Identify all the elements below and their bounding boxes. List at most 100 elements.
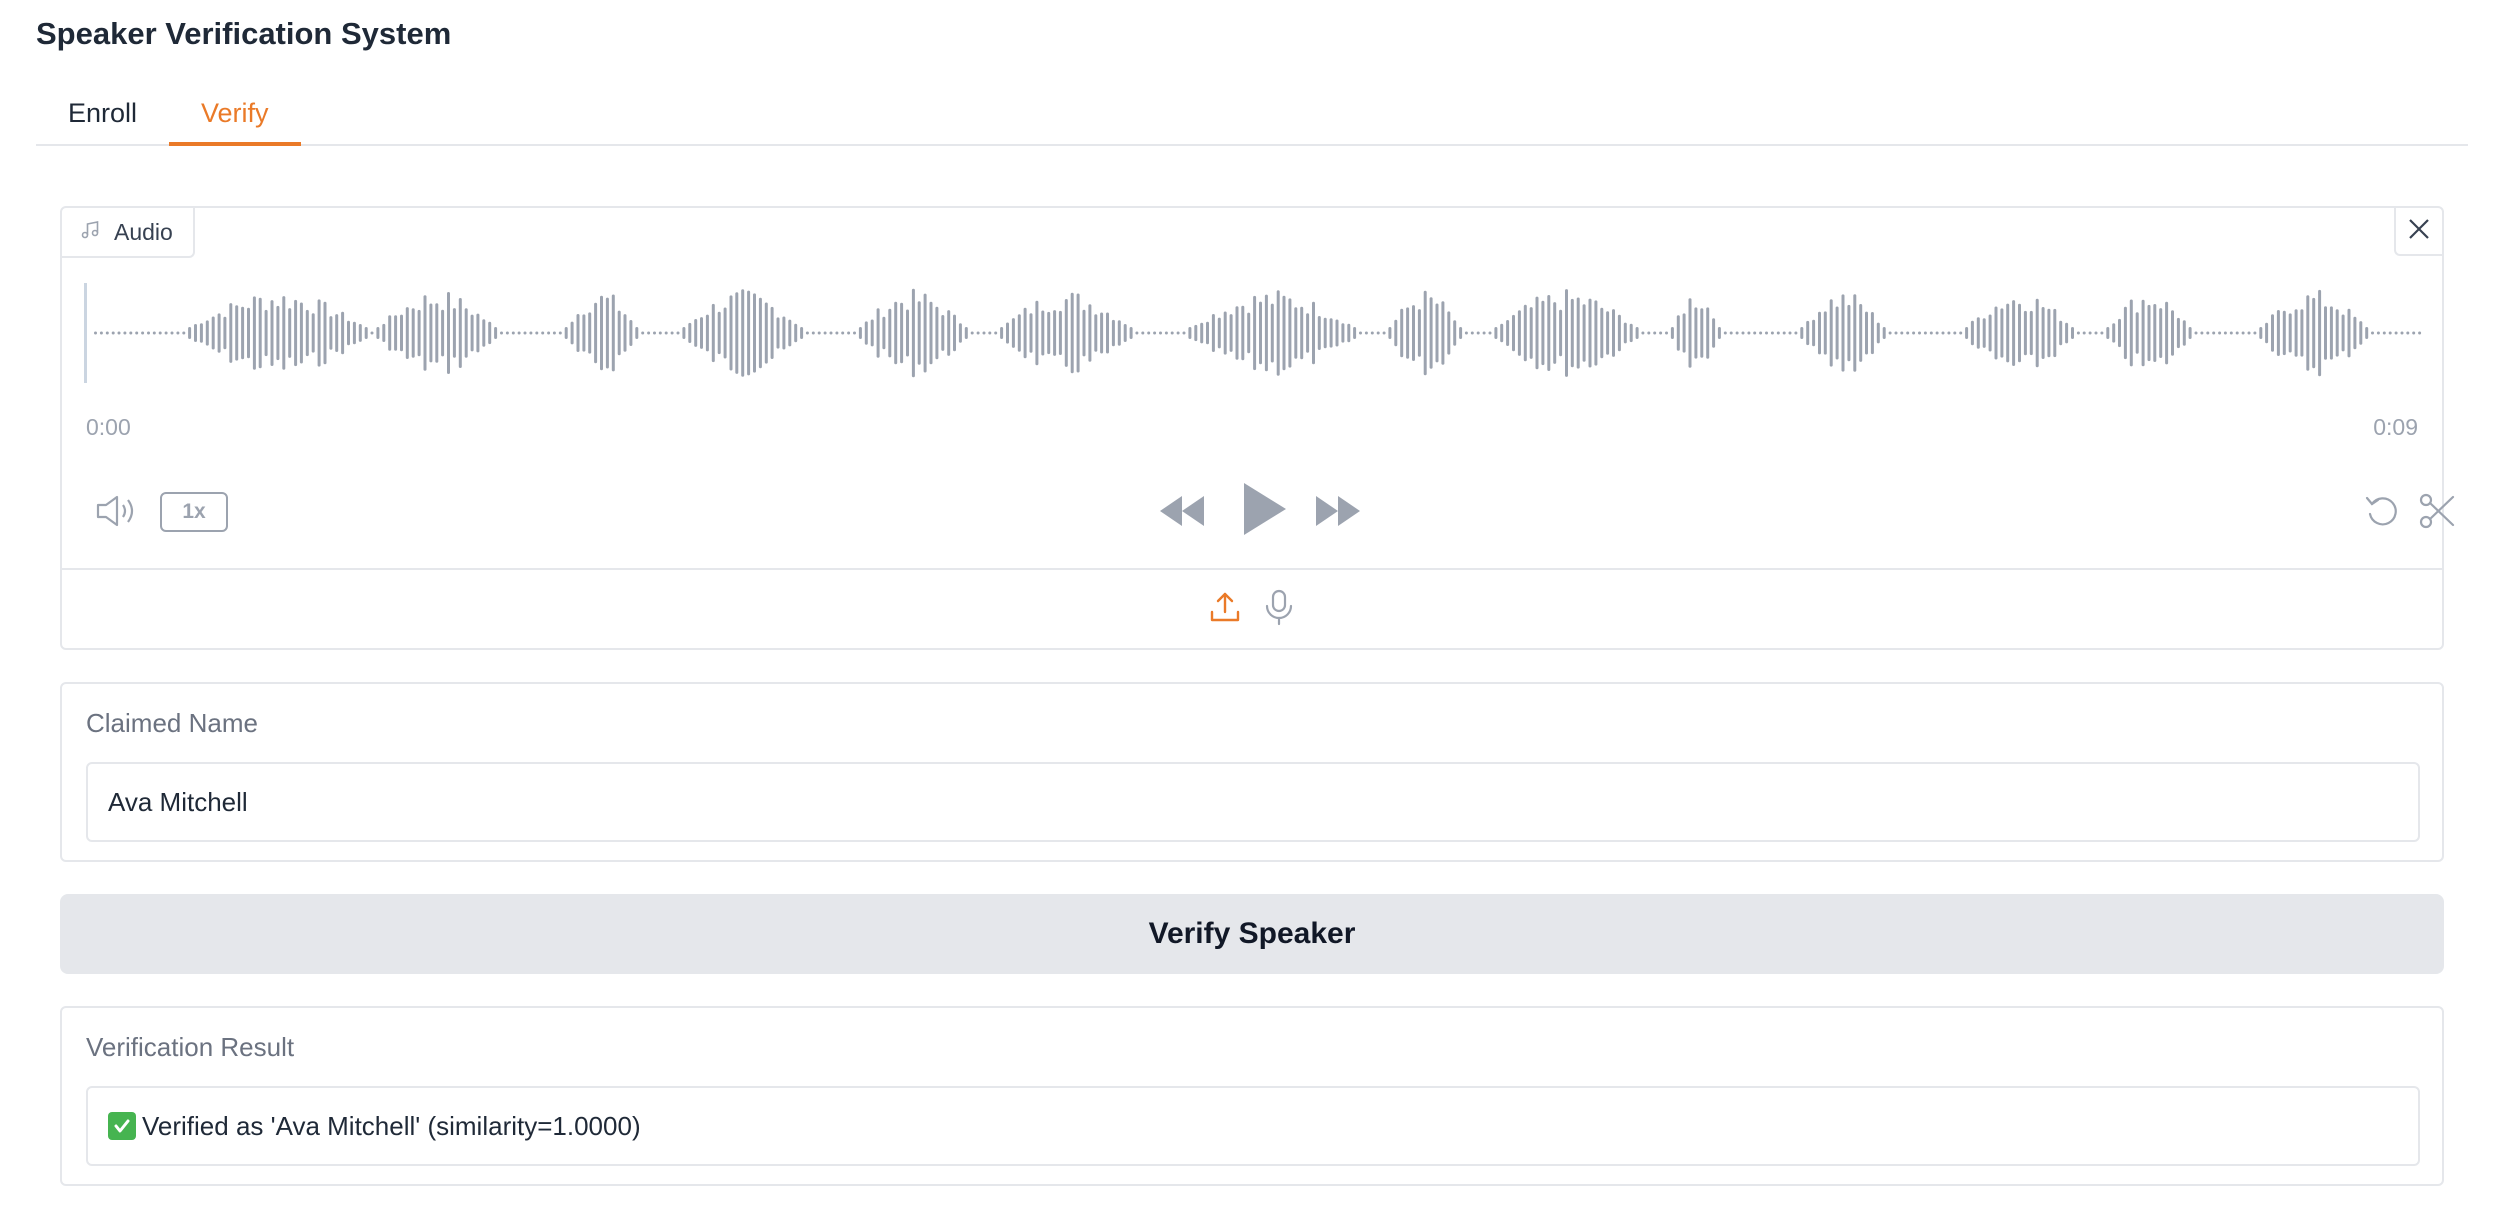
verification-result-output: Verified as 'Ava Mitchell' (similarity=1… bbox=[86, 1086, 2420, 1166]
waveform-bar bbox=[1359, 331, 1362, 335]
waveform-bar bbox=[1547, 295, 1551, 371]
playback-speed-button[interactable]: 1x bbox=[160, 492, 228, 532]
waveform-bar bbox=[1370, 331, 1374, 335]
waveform-bar bbox=[1070, 292, 1074, 374]
waveform-bar bbox=[1488, 331, 1492, 335]
waveform-bar bbox=[894, 301, 898, 365]
waveform-bar bbox=[1100, 312, 1104, 354]
waveform-bar bbox=[405, 307, 409, 359]
waveform-bar bbox=[1812, 319, 1816, 347]
waveform-bar bbox=[99, 331, 103, 335]
waveform-bar bbox=[1676, 315, 1680, 351]
waveform-bar bbox=[1606, 311, 1610, 355]
waveform-bar bbox=[1459, 327, 1463, 339]
waveform-bar bbox=[2412, 331, 2416, 335]
waveform-bar bbox=[1217, 317, 1221, 349]
waveform-bar bbox=[1565, 289, 1568, 377]
waveform-bar bbox=[2247, 331, 2251, 335]
waveform-bar bbox=[1188, 327, 1192, 339]
waveform[interactable] bbox=[84, 278, 2424, 388]
waveform-bar bbox=[1617, 314, 1621, 352]
rewind-button[interactable] bbox=[1152, 488, 1212, 538]
waveform-bar bbox=[1900, 331, 1904, 335]
waveform-bar bbox=[1582, 304, 1586, 362]
waveform-bar bbox=[1323, 317, 1327, 349]
waveform-bar bbox=[570, 321, 574, 345]
waveform-bar bbox=[529, 331, 533, 335]
waveform-bar bbox=[376, 327, 380, 339]
claimed-name-input[interactable] bbox=[86, 762, 2420, 842]
waveform-bar bbox=[1476, 331, 1480, 335]
waveform-bar bbox=[176, 331, 180, 335]
waveform-bar bbox=[641, 331, 645, 335]
waveform-bar bbox=[2053, 308, 2057, 358]
trim-button[interactable] bbox=[2412, 488, 2462, 538]
fast-forward-button[interactable] bbox=[1308, 488, 1368, 538]
volume-button[interactable] bbox=[92, 488, 142, 538]
waveform-bar bbox=[1782, 331, 1786, 335]
waveform-bar bbox=[1123, 324, 1127, 342]
waveform-bar bbox=[1211, 314, 1215, 352]
waveform-bar bbox=[2076, 331, 2080, 335]
waveform-bar bbox=[2029, 310, 2033, 356]
waveform-bar bbox=[1288, 298, 1292, 368]
waveform-bar bbox=[129, 331, 133, 335]
waveform-bar bbox=[1882, 327, 1886, 339]
waveform-bar bbox=[288, 308, 292, 358]
waveform-bar bbox=[770, 306, 774, 359]
waveform-bar bbox=[1876, 322, 1880, 344]
waveform-bar bbox=[1965, 327, 1969, 339]
reset-button[interactable] bbox=[2358, 488, 2408, 538]
waveform-bar bbox=[1417, 309, 1421, 357]
waveform-bar bbox=[900, 302, 904, 364]
waveform-bar bbox=[1023, 307, 1027, 359]
upload-button[interactable] bbox=[1208, 590, 1242, 629]
waveform-bar bbox=[2324, 306, 2327, 360]
waveform-bar bbox=[476, 313, 480, 353]
close-button[interactable] bbox=[2394, 208, 2442, 256]
waveform-bar bbox=[235, 305, 239, 361]
check-mark-icon bbox=[108, 1112, 136, 1140]
waveform-bar bbox=[1017, 314, 1021, 352]
waveform-bar bbox=[876, 308, 880, 358]
waveform-bar bbox=[1947, 331, 1951, 335]
waveform-bar bbox=[1447, 311, 1451, 355]
waveform-bar bbox=[441, 309, 445, 357]
tab-verify[interactable]: Verify bbox=[169, 86, 301, 146]
waveform-bar bbox=[470, 314, 474, 352]
tab-enroll[interactable]: Enroll bbox=[36, 86, 169, 146]
waveform-bar bbox=[1088, 304, 1092, 362]
waveform-bar bbox=[2365, 327, 2369, 339]
play-button[interactable] bbox=[1230, 476, 1300, 546]
audio-source-bar bbox=[62, 568, 2442, 648]
waveform-bar bbox=[135, 331, 139, 335]
waveform-bar bbox=[94, 331, 97, 335]
waveform-bar bbox=[188, 327, 192, 339]
waveform-bar bbox=[1276, 290, 1280, 376]
waveform-bar bbox=[541, 331, 545, 335]
waveform-bar bbox=[2406, 331, 2410, 335]
waveform-bar bbox=[552, 331, 556, 335]
waveform-bar bbox=[1741, 331, 1745, 335]
microphone-button[interactable] bbox=[1262, 588, 1296, 631]
waveform-bar bbox=[199, 323, 203, 343]
waveform-bar bbox=[494, 327, 498, 339]
waveform-bar bbox=[1776, 331, 1780, 335]
waveform-bar bbox=[2059, 320, 2063, 346]
waveform-bar bbox=[558, 331, 562, 335]
undo-icon bbox=[2364, 492, 2402, 535]
waveform-bar bbox=[2035, 298, 2039, 368]
waveform-bar bbox=[1612, 309, 1615, 357]
waveform-bar bbox=[658, 331, 662, 335]
waveform-bar bbox=[535, 331, 539, 335]
waveform-bar bbox=[1412, 305, 1415, 361]
waveform-bar bbox=[1317, 316, 1321, 350]
verify-speaker-button[interactable]: Verify Speaker bbox=[60, 894, 2444, 974]
waveform-bar bbox=[241, 306, 245, 360]
waveform-bar bbox=[523, 331, 527, 335]
waveform-bar bbox=[1282, 295, 1286, 371]
waveform-bar bbox=[394, 315, 398, 351]
waveform-bar bbox=[682, 327, 686, 339]
waveform-bar bbox=[417, 309, 421, 357]
waveform-bar bbox=[600, 295, 603, 371]
